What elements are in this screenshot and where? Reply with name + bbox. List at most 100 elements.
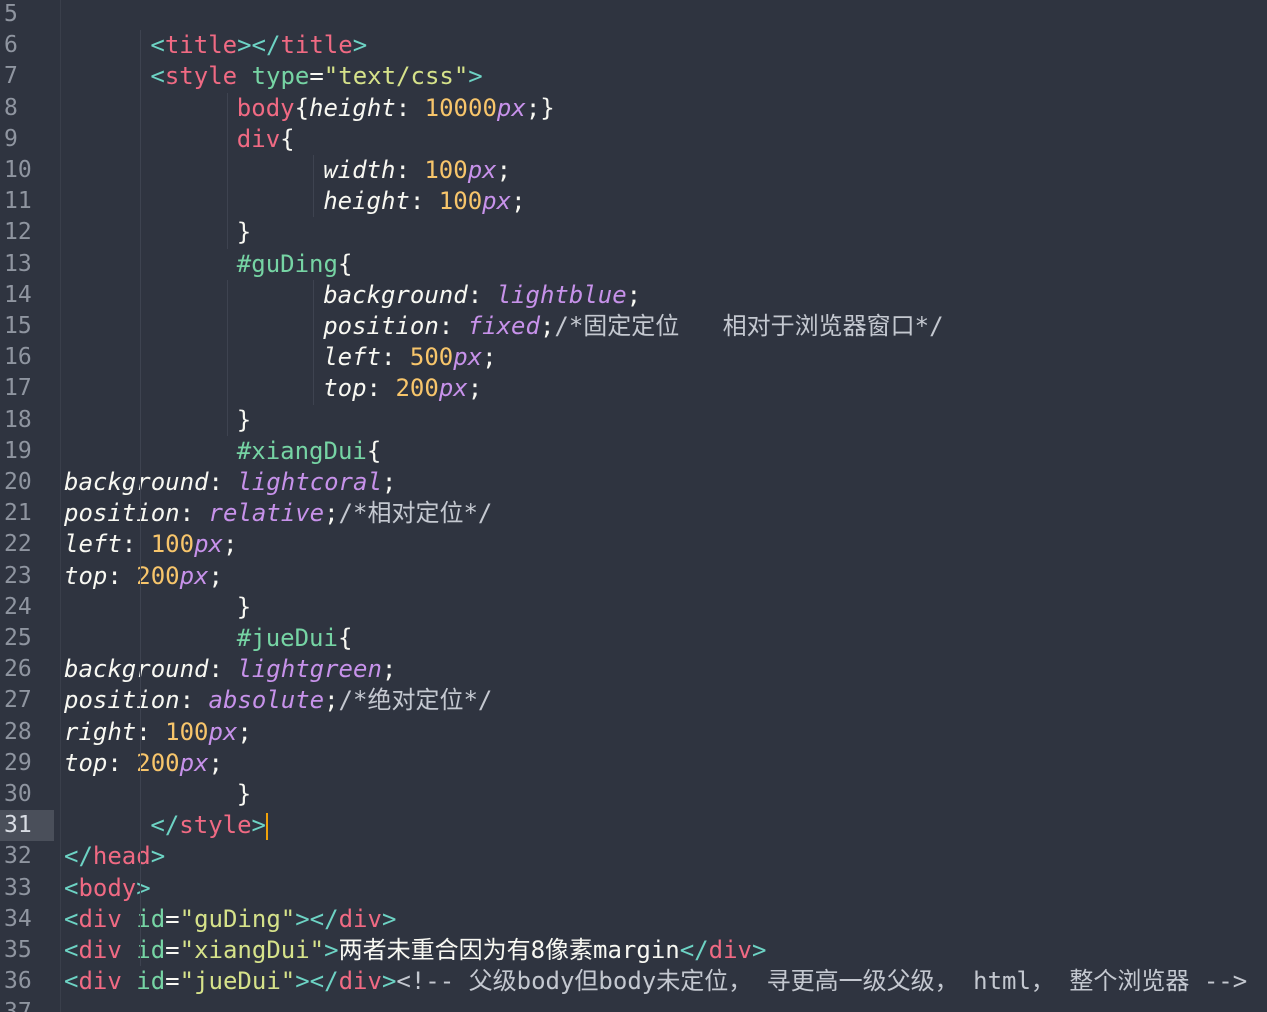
code-token: /*相对定位*/ (338, 499, 493, 528)
line-number: 33 (4, 874, 32, 901)
code-token: "text/css" (323, 62, 469, 91)
code-text: background: lightblue; (323, 280, 641, 311)
code-line[interactable]: 20 background: lightcoral; (0, 467, 1267, 498)
line-number: 32 (4, 843, 32, 870)
code-line[interactable]: 28 right: 100px; (0, 717, 1267, 748)
code-line[interactable]: 32 </head> (0, 841, 1267, 872)
code-token: </ (679, 936, 709, 964)
code-token: < (150, 62, 165, 91)
code-line[interactable]: 37 (0, 997, 1267, 1012)
code-token: type (251, 62, 310, 91)
code-line[interactable]: 31 </style> (0, 810, 1267, 842)
code-line[interactable]: 15 position: fixed;/*固定定位 相对于浏览器窗口*/ (0, 311, 1267, 342)
code-token: height (323, 187, 410, 216)
code-line[interactable]: 17 top: 200px; (0, 373, 1267, 404)
code-line[interactable]: 30} (0, 779, 1267, 810)
code-text: } (237, 405, 251, 436)
code-line[interactable]: 8 body{height: 10000px;} (0, 93, 1267, 124)
code-line[interactable]: 35 <div id="xiangDui">两者未重合因为有8像素margin</… (0, 935, 1267, 966)
code-line[interactable]: 16 left: 500px; (0, 342, 1267, 373)
code-token: < (64, 873, 79, 902)
code-token: width (323, 156, 396, 184)
line-number: 15 (4, 313, 32, 339)
code-token: ;} (525, 93, 555, 122)
code-token: body (236, 93, 295, 122)
code-line[interactable]: 5 (0, 0, 1267, 30)
line-number: 29 (4, 749, 32, 776)
code-text: <div id="guDing"></div> (64, 904, 396, 935)
code-line[interactable]: 14 background: lightblue; (0, 280, 1267, 311)
line-number: 36 (4, 968, 32, 995)
line-number: 9 (4, 125, 18, 152)
code-text: } (237, 217, 251, 248)
code-text: </style> (150, 810, 268, 841)
code-token: : (121, 530, 151, 559)
code-token: ; (208, 561, 223, 590)
code-token: { (337, 249, 353, 278)
code-line[interactable]: 24} (0, 592, 1267, 623)
code-token: div (708, 936, 752, 964)
code-line[interactable]: 25 #jueDui{ (0, 623, 1267, 654)
code-token: ; (381, 468, 397, 496)
code-line[interactable]: 19 #xiangDui{ (0, 436, 1267, 467)
code-token: <!-- 父级body但body未定位， 寻更高一级父级， html， 整个浏览… (396, 967, 1248, 996)
code-text: right: 100px; (64, 717, 252, 748)
code-line[interactable]: 27 position: absolute;/*绝对定位*/ (0, 685, 1267, 716)
code-token: = (309, 62, 324, 91)
code-token: style (164, 62, 238, 91)
code-line[interactable]: 9 div{ (0, 124, 1267, 155)
code-token: ></ (295, 904, 339, 933)
code-line[interactable]: 26 background: lightgreen; (0, 654, 1267, 685)
code-token: top (64, 561, 108, 590)
code-token: 100 (438, 187, 483, 216)
code-token: ; (208, 748, 223, 777)
code-editor[interactable]: 5 6 <title></title> 7 <style type="text/css"… (0, 0, 1267, 1012)
code-text: } (237, 592, 251, 623)
code-token: left (64, 530, 122, 559)
line-number: 25 (4, 625, 32, 651)
code-line[interactable]: 34 <div id="guDing"></div> (0, 904, 1267, 935)
line-number: 18 (4, 406, 32, 433)
line-number: 5 (4, 1, 18, 27)
line-number: 10 (4, 157, 32, 183)
code-line[interactable]: 18} (0, 405, 1267, 436)
code-token: : (107, 561, 137, 590)
code-line[interactable]: 33 <body> (0, 873, 1267, 904)
code-line[interactable]: 10 width: 100px; (0, 155, 1267, 186)
code-line[interactable]: 6 <title></title> (0, 30, 1267, 61)
line-number: 23 (4, 562, 32, 589)
code-token: < (150, 31, 165, 60)
code-token: 500 (409, 343, 454, 372)
code-token: ; (381, 655, 397, 684)
code-token: ; (626, 280, 642, 309)
line-number: 24 (4, 593, 32, 620)
code-token: } (236, 218, 252, 247)
code-line[interactable]: 11 height: 100px; (0, 186, 1267, 217)
code-line[interactable]: 29 top: 200px; (0, 748, 1267, 779)
code-token: : (467, 280, 497, 309)
code-line[interactable]: 22 left: 100px; (0, 529, 1267, 560)
line-number: 11 (4, 188, 32, 215)
code-token: < (64, 967, 79, 996)
code-token: 两者未重合因为有8像素margin (338, 936, 680, 964)
code-line[interactable]: 7 <style type="text/css"> (0, 61, 1267, 92)
code-token: #guDing (236, 249, 338, 278)
code-token: background (64, 468, 209, 496)
code-token: div (338, 904, 382, 933)
code-line[interactable]: 12} (0, 217, 1267, 248)
line-number: 30 (4, 781, 32, 807)
code-line[interactable]: 21 position: relative;/*相对定位*/ (0, 498, 1267, 529)
code-token: id (136, 967, 166, 996)
code-token: lightgreen (237, 655, 382, 684)
code-token: title (280, 31, 353, 60)
code-line[interactable]: 36 <div id="jueDui"></div><!-- 父级body但bod… (0, 966, 1267, 997)
code-token: : (438, 312, 468, 340)
code-token: height (309, 93, 396, 122)
code-token: ; (539, 312, 555, 340)
code-text: <style type="text/css"> (150, 61, 482, 92)
code-line[interactable]: 23 top: 200px; (0, 561, 1267, 592)
code-token: px (179, 748, 209, 777)
code-line[interactable]: 13 #guDing{ (0, 249, 1267, 280)
code-token: lightcoral (237, 468, 382, 496)
code-text: left: 500px; (323, 342, 496, 373)
